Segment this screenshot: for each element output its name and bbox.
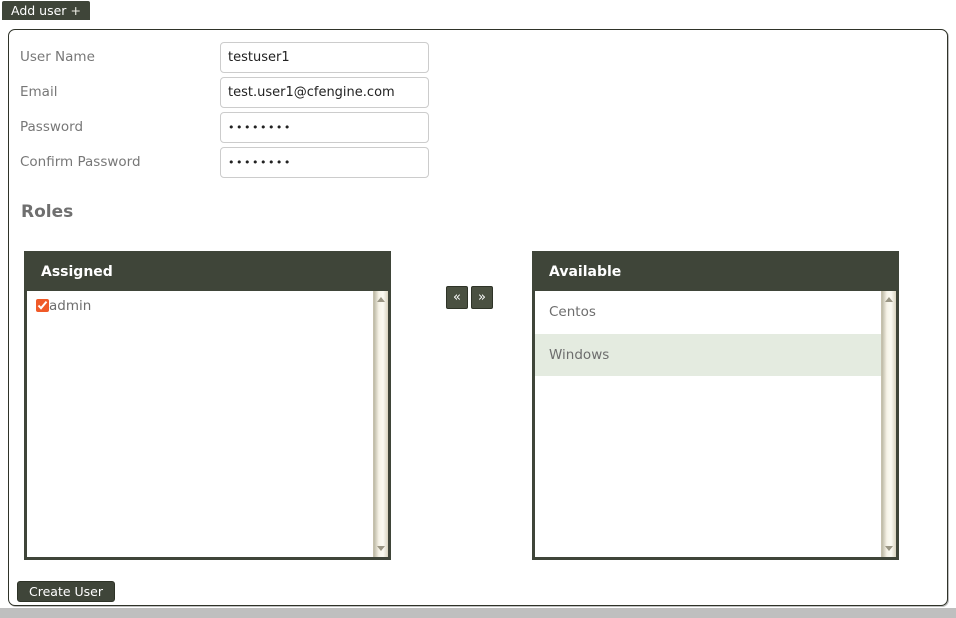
available-list-scrollbar[interactable] [881, 291, 896, 557]
scroll-down-arrow-icon[interactable] [885, 546, 893, 551]
scroll-up-arrow-icon[interactable] [885, 297, 893, 302]
role-transfer-controls: « » [446, 286, 493, 309]
scroll-down-arrow-icon[interactable] [377, 546, 385, 551]
available-item-label: Centos [549, 304, 596, 320]
scroll-up-arrow-icon[interactable] [377, 297, 385, 302]
email-label: Email [20, 84, 58, 100]
available-list-body: Centos Windows [535, 291, 896, 557]
list-item[interactable]: admin [27, 291, 388, 321]
tab-add-user[interactable]: Add user + [2, 1, 90, 20]
confirm-password-input[interactable] [220, 147, 429, 178]
assigned-list-scrollbar[interactable] [373, 291, 388, 557]
list-item[interactable]: Windows [535, 334, 896, 377]
user-name-input[interactable] [220, 42, 429, 73]
password-label: Password [20, 119, 84, 135]
tab-strip: Add user + [0, 0, 956, 21]
assigned-roles-listbox: Assigned admin [24, 251, 391, 560]
assigned-list-body: admin [27, 291, 388, 557]
confirm-password-label: Confirm Password [20, 154, 141, 170]
password-input[interactable] [220, 112, 429, 143]
checkbox-checked-icon[interactable] [36, 299, 49, 312]
assigned-item-label: admin [49, 298, 92, 314]
available-item-label: Windows [549, 347, 610, 363]
tab-add-user-label: Add user [11, 3, 67, 18]
user-name-label: User Name [20, 49, 95, 65]
assigned-header: Assigned [27, 254, 388, 291]
available-roles-listbox: Available Centos Windows [532, 251, 899, 560]
move-right-button[interactable]: » [471, 286, 493, 309]
plus-icon: + [70, 3, 81, 18]
available-header: Available [535, 254, 896, 291]
roles-heading: Roles [21, 202, 74, 222]
email-input[interactable] [220, 77, 429, 108]
page-bottom-edge [0, 608, 956, 618]
add-user-panel: User Name Email Password Confirm Passwor… [8, 29, 948, 606]
move-left-button[interactable]: « [446, 286, 468, 309]
create-user-button[interactable]: Create User [17, 581, 115, 602]
list-item[interactable]: Centos [535, 291, 896, 334]
